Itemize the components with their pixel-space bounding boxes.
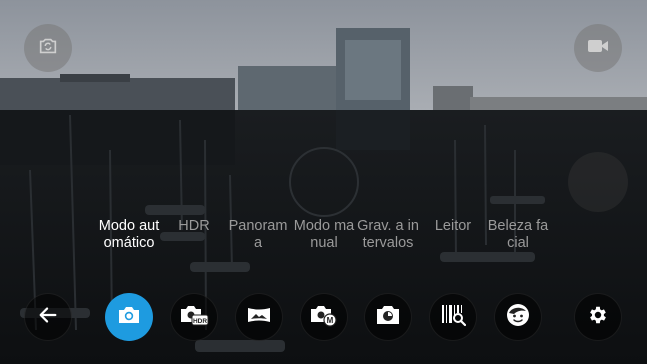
video-mode-button[interactable] <box>574 24 622 72</box>
hdr-camera-icon: HDR <box>179 303 209 332</box>
mode-scanner-button[interactable] <box>429 293 477 341</box>
gear-icon <box>587 304 609 331</box>
back-button[interactable] <box>24 293 72 341</box>
mode-label-manual[interactable]: Modo manual <box>292 218 356 252</box>
switch-camera-button[interactable] <box>24 24 72 72</box>
mode-panorama-button[interactable] <box>235 293 283 341</box>
camera-icon <box>117 305 141 330</box>
mode-hdr-button[interactable]: HDR <box>170 293 218 341</box>
camera-switch-icon <box>37 35 59 62</box>
mode-label-beauty[interactable]: Beleza facial <box>486 218 550 252</box>
face-beauty-icon <box>505 302 531 333</box>
mode-auto-button[interactable] <box>105 293 153 341</box>
manual-camera-icon: M <box>309 303 339 332</box>
mode-beauty-button[interactable] <box>494 293 542 341</box>
timelapse-icon <box>375 304 401 331</box>
mode-label-scanner[interactable]: Leitor <box>421 218 485 235</box>
mode-label-timelapse[interactable]: Grav. a intervalos <box>356 218 420 252</box>
barcode-scanner-icon <box>440 303 467 332</box>
svg-text:HDR: HDR <box>193 318 207 325</box>
panorama-icon <box>246 305 272 330</box>
svg-text:M: M <box>327 316 334 325</box>
mode-label-auto[interactable]: Modo automático <box>97 218 161 252</box>
settings-button[interactable] <box>574 293 622 341</box>
mode-manual-button[interactable]: M <box>300 293 348 341</box>
mode-label-panorama[interactable]: Panorama <box>226 218 290 252</box>
back-arrow-icon <box>37 304 59 331</box>
mode-label-hdr[interactable]: HDR <box>162 218 226 235</box>
mode-timelapse-button[interactable] <box>364 293 412 341</box>
video-camera-icon <box>586 36 610 61</box>
camera-viewfinder[interactable]: Modo automático HDR Panorama Modo manual… <box>0 0 647 364</box>
